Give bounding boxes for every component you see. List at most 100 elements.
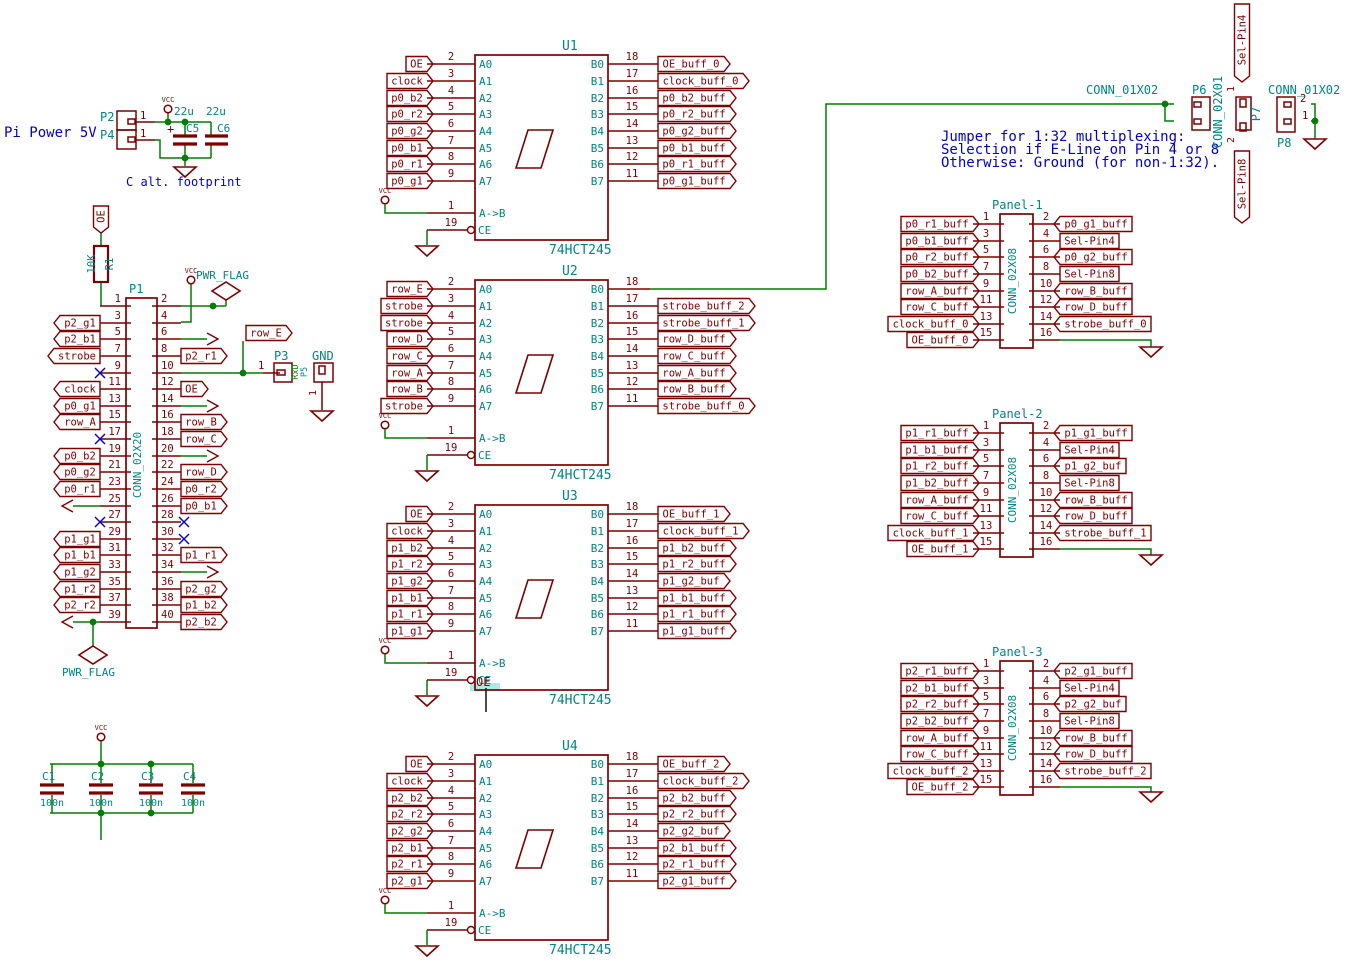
net-label-p2_g2_buf[interactable]: p2_g2_buf — [1054, 697, 1126, 712]
net-label-p2_g1_buff[interactable]: p2_g1_buff — [658, 874, 736, 889]
net-label-p0_b2[interactable]: p0_b2 — [54, 449, 100, 464]
net-label-p0_r2[interactable]: p0_r2 — [387, 107, 433, 122]
net-label-p1_g1[interactable]: p1_g1 — [54, 532, 100, 547]
net-label-p0_g1_buff[interactable]: p0_g1_buff — [658, 174, 736, 189]
net-label-p0_g1[interactable]: p0_g1 — [54, 399, 100, 414]
net-label-clock_buff_2[interactable]: clock_buff_2 — [888, 764, 979, 779]
net-label-p2_b2_buff[interactable]: p2_b2_buff — [658, 791, 736, 806]
net-label-p0_g2[interactable]: p0_g2 — [54, 465, 100, 480]
net-label-strobe_buff_1[interactable]: strobe_buff_1 — [1054, 526, 1151, 541]
net-label-p2_g1[interactable]: p2_g1 — [387, 874, 433, 889]
component-body[interactable] — [117, 111, 136, 130]
ic-u4[interactable]: U474HCT2452A0OE18B0OE_buff_23A1clock17B1… — [379, 739, 749, 958]
net-label-p0_r2[interactable]: p0_r2 — [181, 482, 227, 497]
component-body[interactable] — [128, 119, 135, 124]
net-label-p2_g2_buf[interactable]: p2_g2_buf — [658, 824, 730, 839]
net-label-p2_r1[interactable]: p2_r1 — [181, 349, 227, 364]
net-label-p0_r2_buff[interactable]: p0_r2_buff — [658, 107, 736, 122]
net-label-p1_g1[interactable]: p1_g1 — [387, 624, 433, 639]
component-body[interactable] — [1284, 102, 1291, 107]
net-label-p0_g1_buff[interactable]: p0_g1_buff — [1054, 217, 1132, 232]
component-body[interactable] — [319, 366, 325, 374]
net-label-p1_r2[interactable]: p1_r2 — [387, 557, 433, 572]
net-label-p1_g1_buff[interactable]: p1_g1_buff — [658, 624, 736, 639]
net-label-strobe[interactable]: strobe — [48, 349, 100, 364]
net-label-clock[interactable]: clock — [54, 382, 100, 397]
net-label-clock_buff_1[interactable]: clock_buff_1 — [888, 526, 979, 541]
net-label-clock_buff_0[interactable]: clock_buff_0 — [888, 317, 979, 332]
net-label-p2_b2[interactable]: p2_b2 — [181, 615, 227, 630]
net-label-p0_r1[interactable]: p0_r1 — [387, 157, 433, 172]
net-label-p2_r1_buff[interactable]: p2_r1_buff — [658, 857, 736, 872]
net-label-p2_g1[interactable]: p2_g1 — [54, 316, 100, 331]
net-label-row_D_buff[interactable]: row_D_buff — [658, 332, 736, 347]
net-label-p1_b2_buff[interactable]: p1_b2_buff — [658, 541, 736, 556]
net-label-row_A[interactable]: row_A — [54, 415, 100, 430]
net-label-p1_r2_buff[interactable]: p1_r2_buff — [901, 459, 979, 474]
net-label-row_C_buff[interactable]: row_C_buff — [901, 747, 979, 762]
net-label-Sel-Pin4[interactable]: Sel-Pin4 — [1235, 4, 1250, 82]
net-label-Sel-Pin8[interactable]: Sel-Pin8 — [1235, 151, 1250, 223]
net-label-row_C_buff[interactable]: row_C_buff — [658, 349, 736, 364]
net-label-row_E[interactable]: row_E — [246, 326, 292, 341]
net-label-row_A_buff[interactable]: row_A_buff — [901, 493, 979, 508]
net-label-p0_g2[interactable]: p0_g2 — [387, 124, 433, 139]
net-label-p2_g2[interactable]: p2_g2 — [181, 582, 227, 597]
net-label-row_A_buff[interactable]: row_A_buff — [901, 731, 979, 746]
connector-panel-3[interactable]: Panel-3CONN_02X081p2_r1_buff2p2_g1_buff3… — [888, 645, 1151, 795]
net-label-p1_r1_buff[interactable]: p1_r1_buff — [658, 607, 736, 622]
net-label-p0_r1_buff[interactable]: p0_r1_buff — [658, 157, 736, 172]
net-label-clock[interactable]: clock — [387, 74, 433, 89]
net-label-p1_b2_buff[interactable]: p1_b2_buff — [901, 476, 979, 491]
net-label-row_D_buff[interactable]: row_D_buff — [1054, 300, 1132, 315]
net-label-clock[interactable]: clock — [387, 774, 433, 789]
component-body[interactable] — [1194, 119, 1201, 124]
net-label-strobe_buff_2[interactable]: strobe_buff_2 — [658, 299, 755, 314]
net-label-p0_r2_buff[interactable]: p0_r2_buff — [901, 250, 979, 265]
component-body[interactable] — [1284, 119, 1291, 124]
net-label-p0_b2_buff[interactable]: p0_b2_buff — [901, 267, 979, 282]
net-label-p1_g2_buf[interactable]: p1_g2_buf — [658, 574, 730, 589]
net-label-p2_b2_buff[interactable]: p2_b2_buff — [901, 714, 979, 729]
net-label-p1_b1[interactable]: p1_b1 — [387, 591, 433, 606]
net-label-row_A_buff[interactable]: row_A_buff — [658, 366, 736, 381]
net-label-p1_r1[interactable]: p1_r1 — [387, 607, 433, 622]
component-body[interactable] — [1240, 99, 1246, 107]
net-label-p1_r2[interactable]: p1_r2 — [54, 582, 100, 597]
net-label-p0_b1_buff[interactable]: p0_b1_buff — [658, 141, 736, 156]
net-label-p2_b2[interactable]: p2_b2 — [387, 791, 433, 806]
net-label-row_C[interactable]: row_C — [387, 349, 433, 364]
net-label-p2_b1[interactable]: p2_b1 — [387, 841, 433, 856]
net-label-OE_buff_2[interactable]: OE_buff_2 — [658, 757, 730, 772]
net-label-strobe_buff_0[interactable]: strobe_buff_0 — [658, 399, 755, 414]
net-label-Sel-Pin4[interactable]: Sel-Pin4 — [1060, 443, 1119, 458]
net-label-Sel-Pin8[interactable]: Sel-Pin8 — [1060, 714, 1119, 729]
net-label-p2_r2[interactable]: p2_r2 — [387, 807, 433, 822]
net-label-row_B_buff[interactable]: row_B_buff — [658, 382, 736, 397]
ic-u3[interactable]: U374HCT2452A0OE18B0OE_buff_13A1clock17B1… — [379, 489, 749, 708]
net-label-row_D_buff[interactable]: row_D_buff — [1054, 509, 1132, 524]
net-label-p0_b1[interactable]: p0_b1 — [387, 141, 433, 156]
net-label-p2_b1_buff[interactable]: p2_b1_buff — [658, 841, 736, 856]
net-label-p0_r1[interactable]: p0_r1 — [54, 482, 100, 497]
net-label-p0_b1_buff[interactable]: p0_b1_buff — [901, 234, 979, 249]
component-body[interactable] — [117, 130, 136, 149]
net-label-Sel-Pin8[interactable]: Sel-Pin8 — [1060, 476, 1119, 491]
net-label-OE[interactable]: OE — [181, 382, 208, 397]
net-label-strobe_buff_2[interactable]: strobe_buff_2 — [1054, 764, 1151, 779]
net-label-p0_b2_buff[interactable]: p0_b2_buff — [658, 91, 736, 106]
net-label-row_B_buff[interactable]: row_B_buff — [1054, 731, 1132, 746]
net-label-OE[interactable]: OE — [94, 206, 109, 233]
net-label-Sel-Pin4[interactable]: Sel-Pin4 — [1060, 681, 1119, 696]
net-label-p1_g2[interactable]: p1_g2 — [387, 574, 433, 589]
net-label-p0_g2_buff[interactable]: p0_g2_buff — [658, 124, 736, 139]
net-label-row_B_buff[interactable]: row_B_buff — [1054, 493, 1132, 508]
component-body[interactable] — [128, 137, 135, 142]
component-body[interactable] — [1194, 102, 1201, 107]
net-label-p1_b2[interactable]: p1_b2 — [387, 541, 433, 556]
net-label-row_B[interactable]: row_B — [181, 415, 227, 430]
net-label-p0_r1_buff[interactable]: p0_r1_buff — [901, 217, 979, 232]
net-label-row_C_buff[interactable]: row_C_buff — [901, 300, 979, 315]
net-label-OE_buff_1[interactable]: OE_buff_1 — [658, 507, 730, 522]
net-label-row_C[interactable]: row_C — [181, 432, 227, 447]
